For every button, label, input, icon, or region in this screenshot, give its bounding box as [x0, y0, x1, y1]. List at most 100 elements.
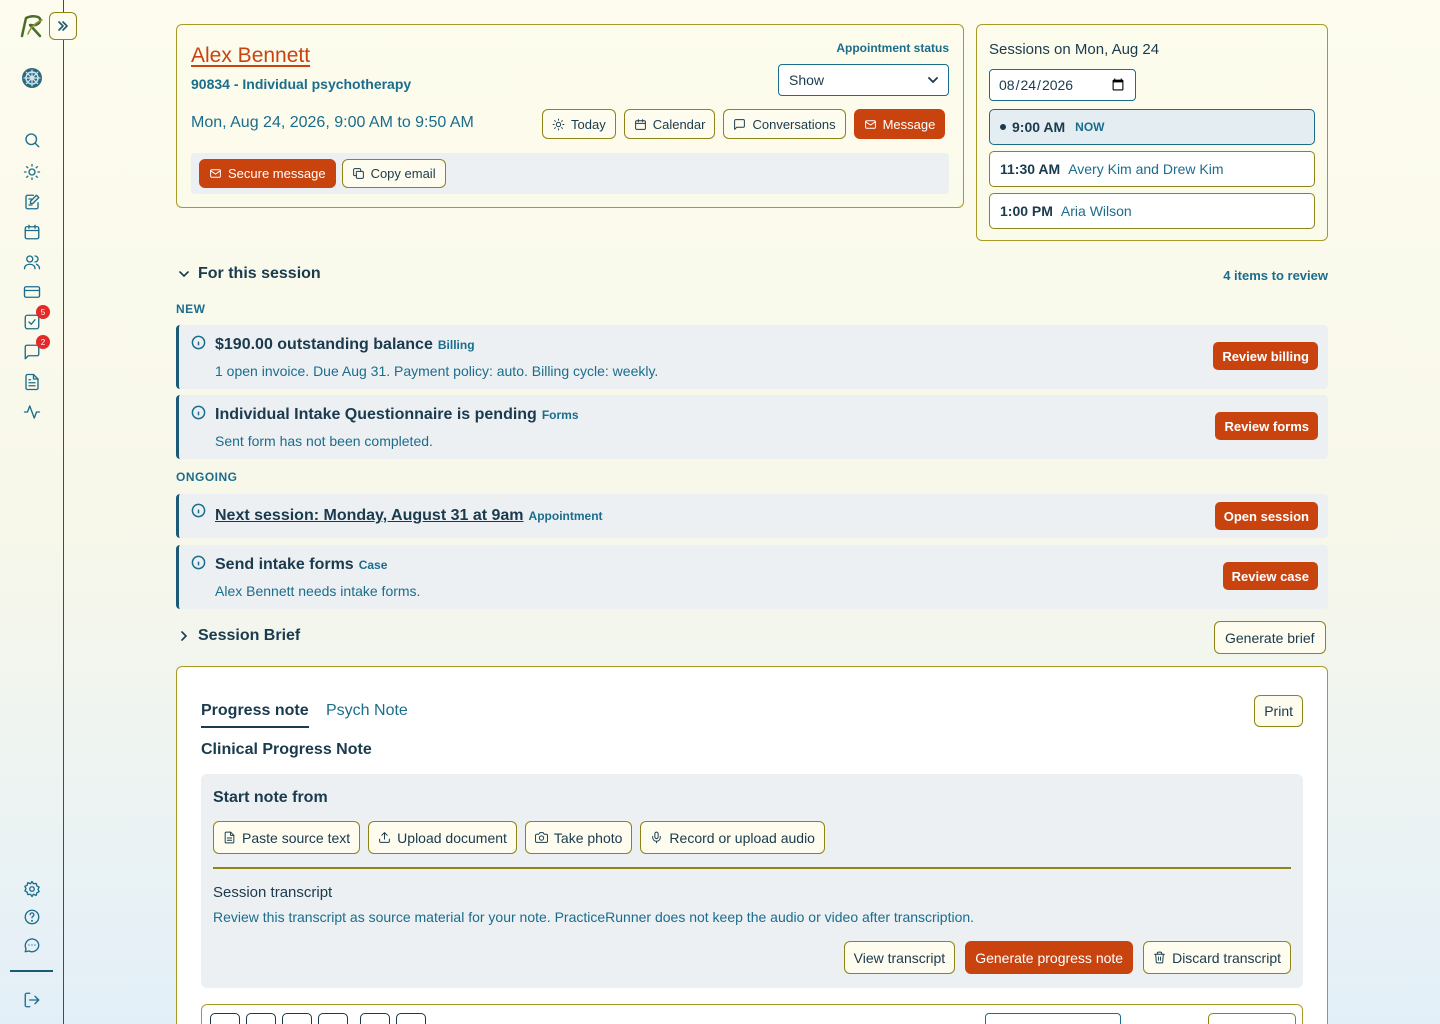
help-icon[interactable]	[22, 907, 42, 927]
today-button-label: Today	[571, 116, 606, 132]
session-item[interactable]: 1:00 PM Aria Wilson	[989, 193, 1315, 229]
calendar-icon[interactable]	[22, 222, 42, 242]
bold-button[interactable]	[210, 1013, 240, 1024]
take-photo-button[interactable]: Take photo	[524, 821, 633, 854]
review-item-appointment: Next session: Monday, August 31 at 9am Ap…	[176, 494, 1328, 538]
display-select[interactable]	[985, 1013, 1121, 1024]
session-item[interactable]: 11:30 AM Avery Kim and Drew Kim	[989, 151, 1315, 187]
secure-message-button[interactable]: Secure message	[199, 159, 336, 188]
activity-icon[interactable]	[22, 402, 42, 422]
review-title: Next session: Monday, August 31 at 9am Ap…	[215, 507, 603, 525]
calendar-icon	[634, 118, 646, 130]
documents-icon[interactable]	[22, 372, 42, 392]
session-brief-title: Session Brief	[198, 627, 301, 644]
messages-icon[interactable]: 2	[22, 335, 50, 362]
chevron-down-icon	[928, 77, 938, 84]
generate-brief-button[interactable]: Generate brief	[1214, 621, 1326, 654]
messages-count-badge: 2	[36, 335, 50, 349]
discard-transcript-label: Discard transcript	[1172, 949, 1281, 966]
microphone-icon	[652, 831, 662, 844]
review-tag: Billing	[437, 338, 475, 352]
review-item-billing: $190.00 outstanding balance Billing 1 ope…	[176, 325, 1328, 389]
view-transcript-button[interactable]: View transcript	[843, 941, 956, 974]
billing-card-icon[interactable]	[22, 282, 42, 302]
conversations-button[interactable]: Conversations	[723, 109, 846, 139]
start-note-panel: Start note from Paste source text Upload…	[201, 774, 1303, 988]
new-section-label: NEW	[176, 302, 206, 316]
record-audio-button[interactable]: Record or upload audio	[640, 821, 825, 854]
sun-icon	[552, 118, 565, 130]
search-icon[interactable]	[22, 130, 42, 150]
open-session-button[interactable]: Open session	[1214, 502, 1318, 530]
undo-button[interactable]	[360, 1013, 390, 1024]
settings-gear-icon[interactable]	[22, 879, 42, 899]
sessions-date-field[interactable]	[998, 76, 1127, 94]
now-label: NOW	[1075, 120, 1105, 134]
session-time: 11:30 AM	[1000, 161, 1061, 177]
generate-progress-note-button[interactable]: Generate progress note	[965, 941, 1134, 974]
ongoing-section-label: ONGOING	[176, 470, 238, 484]
session-brief-toggle[interactable]: Session Brief	[178, 627, 300, 645]
workspace-emblem-icon[interactable]	[20, 66, 44, 90]
discard-transcript-button[interactable]: Discard transcript	[1143, 941, 1291, 974]
transcript-title: Session transcript	[213, 884, 333, 901]
review-billing-button[interactable]: Review billing	[1213, 342, 1318, 370]
notes-edit-icon[interactable]	[22, 192, 42, 212]
calendar-button-label: Calendar	[652, 116, 706, 132]
review-tag: Forms	[541, 408, 579, 422]
tab-psych-note[interactable]: Psych Note	[326, 702, 408, 720]
appointment-status-label: Appointment status	[836, 41, 949, 55]
copy-email-label: Copy email	[370, 166, 436, 181]
today-button[interactable]: Today	[542, 109, 616, 139]
review-description: Alex Bennett needs intake forms.	[215, 583, 421, 599]
upload-icon	[379, 832, 391, 843]
take-photo-label: Take photo	[553, 829, 623, 846]
session-client: Aria Wilson	[1060, 203, 1132, 219]
session-item-current[interactable]: 9:00 AM NOW	[989, 109, 1315, 145]
for-session-title: For this session	[198, 265, 321, 282]
session-time: 1:00 PM	[1000, 203, 1053, 219]
review-title: $190.00 outstanding balance Billing	[215, 336, 475, 353]
numbered-list-button[interactable]	[318, 1013, 348, 1024]
upload-document-button[interactable]: Upload document	[368, 821, 517, 854]
feedback-chat-icon[interactable]	[22, 935, 42, 955]
print-button[interactable]: Print	[1254, 695, 1303, 727]
tasks-check-icon[interactable]: 5	[22, 305, 50, 332]
note-tools-button[interactable]	[1208, 1013, 1296, 1024]
copy-icon	[352, 168, 364, 179]
next-session-link[interactable]: Next session: Monday, August 31 at 9am	[215, 507, 524, 524]
calendar-button[interactable]: Calendar	[623, 109, 716, 139]
review-forms-button[interactable]: Review forms	[1215, 412, 1318, 440]
sessions-title: Sessions on Mon, Aug 24	[989, 41, 1160, 58]
appointment-actions: Today Calendar Conversations Message	[542, 109, 946, 139]
appointment-status-value: Show	[789, 72, 825, 88]
chevron-down-icon	[179, 271, 189, 278]
bullet-list-button[interactable]	[282, 1013, 312, 1024]
copy-email-button[interactable]: Copy email	[341, 159, 446, 188]
app-logo[interactable]	[18, 12, 46, 40]
tab-progress-note[interactable]: Progress note	[201, 702, 309, 728]
expand-sidebar-button[interactable]	[49, 12, 77, 40]
for-session-toggle[interactable]: For this session	[178, 265, 321, 283]
transcript-actions: View transcript Generate progress note D…	[843, 941, 1291, 974]
sidebar: 5 2	[0, 0, 77, 1024]
info-icon	[191, 405, 206, 420]
today-sun-icon[interactable]	[22, 162, 42, 182]
redo-button[interactable]	[396, 1013, 426, 1024]
service-code: 90834 - Individual psychotherapy	[191, 76, 412, 92]
editor-toolbar	[201, 1004, 1303, 1024]
review-item-case: Send intake forms Case Alex Bennett needs…	[176, 545, 1328, 609]
paste-source-button[interactable]: Paste source text	[213, 821, 361, 854]
sessions-date-input[interactable]	[989, 69, 1136, 101]
message-button[interactable]: Message	[853, 109, 946, 139]
appointment-status-select[interactable]: Show	[778, 64, 949, 96]
review-description: Sent form has not been completed.	[215, 433, 433, 449]
sidebar-divider	[10, 970, 53, 972]
client-appointment-card: Alex Bennett 90834 - Individual psychoth…	[176, 24, 964, 208]
logout-icon[interactable]	[22, 990, 42, 1010]
italic-button[interactable]	[246, 1013, 276, 1024]
clients-users-icon[interactable]	[22, 252, 42, 272]
note-source-buttons: Paste source text Upload document Take p…	[213, 821, 825, 854]
client-name-link[interactable]: Alex Bennett	[191, 44, 310, 68]
review-case-button[interactable]: Review case	[1222, 562, 1318, 590]
